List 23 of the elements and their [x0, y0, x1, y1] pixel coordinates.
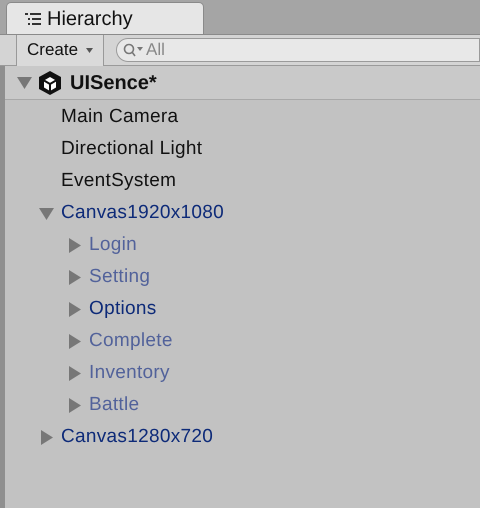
collapsed-arrow-icon[interactable]	[67, 238, 82, 252]
expanded-arrow-icon[interactable]	[17, 75, 32, 90]
search-icon	[122, 42, 144, 58]
list-icon	[25, 12, 41, 24]
cube-logo-icon	[36, 68, 64, 96]
expanded-arrow-icon[interactable]	[39, 206, 54, 220]
collapsed-arrow-icon[interactable]	[67, 366, 82, 380]
collapsed-arrow-icon[interactable]	[67, 270, 82, 284]
hierarchy-item[interactable]: EventSystem	[61, 166, 176, 196]
hierarchy-item[interactable]: Canvas1920x1080	[61, 198, 224, 228]
collapsed-arrow-icon[interactable]	[39, 430, 54, 444]
collapsed-arrow-icon[interactable]	[67, 398, 82, 412]
hierarchy-item[interactable]: Canvas1280x720	[61, 422, 214, 452]
scene-name[interactable]: UISence*	[70, 68, 157, 98]
hierarchy-tab[interactable]: Hierarchy	[6, 2, 204, 34]
collapsed-arrow-icon[interactable]	[67, 302, 82, 316]
caret-icon	[86, 48, 94, 52]
create-dropdown-button[interactable]: Create	[16, 34, 104, 66]
hierarchy-item[interactable]: Directional Light	[61, 134, 202, 164]
collapsed-arrow-icon[interactable]	[67, 334, 82, 348]
tab-title: Hierarchy	[47, 6, 133, 32]
hierarchy-item[interactable]: Options	[89, 294, 157, 324]
hierarchy-item[interactable]: Main Camera	[61, 102, 178, 132]
